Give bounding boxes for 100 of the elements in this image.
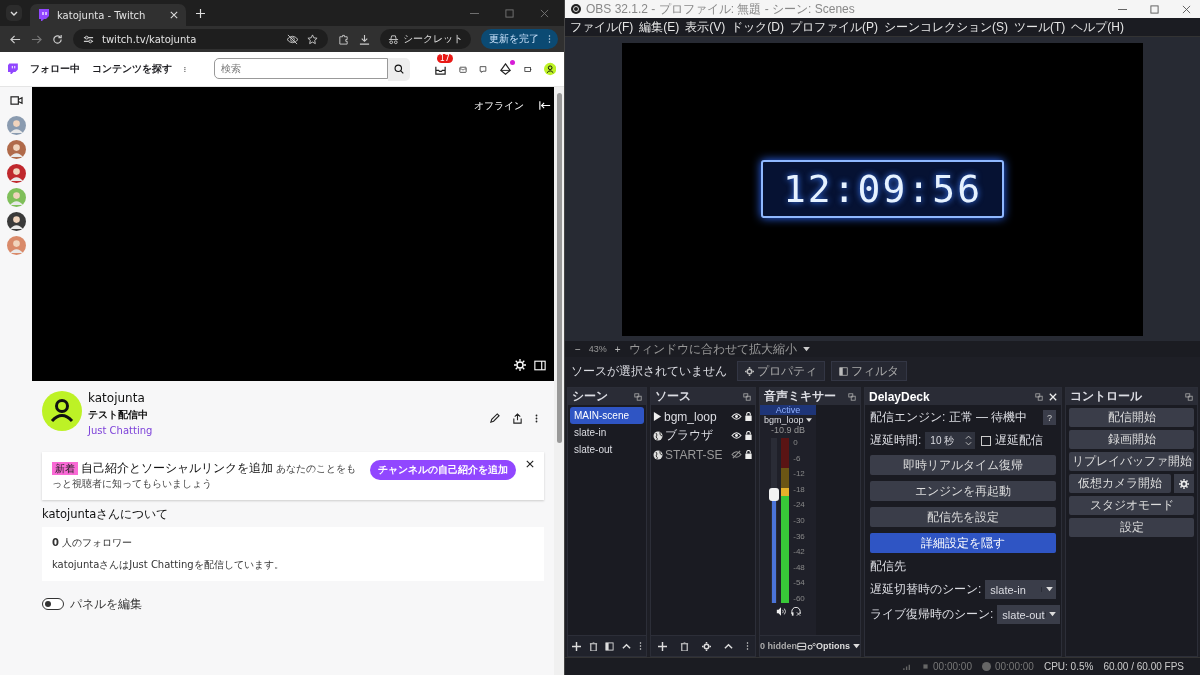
trash-icon[interactable] [679,641,689,651]
add-icon[interactable] [571,641,581,651]
source-name[interactable]: START-SE [665,447,723,462]
caret-icon[interactable] [802,346,810,352]
channel-avatar[interactable] [6,212,26,231]
menu-item[interactable]: プロファイル(P) [790,18,878,36]
eye-off-icon[interactable] [286,33,299,45]
speaker-icon[interactable] [775,607,786,616]
share-icon[interactable] [512,413,523,424]
undock-icon[interactable] [1035,392,1043,401]
more-icon[interactable] [745,641,749,651]
pencil-icon[interactable] [489,413,500,424]
control-button[interactable]: 録画開始 [1069,430,1194,449]
forward-icon[interactable] [31,33,42,45]
channel-name[interactable]: bgm_loop [764,415,812,425]
category-link[interactable]: Just Chatting [88,425,153,436]
close-icon[interactable] [526,460,534,468]
options-button[interactable]: Options [816,641,860,651]
reload-icon[interactable] [52,33,63,45]
incognito-indicator[interactable]: シークレット [380,29,471,49]
control-button[interactable]: リプレイバッファ開始 [1069,452,1194,471]
filters-button[interactable]: フィルタ [831,361,907,381]
scrollbar[interactable] [556,93,562,443]
help-button[interactable]: ? [1043,410,1056,425]
spin-arrows-icon[interactable] [965,435,973,446]
menu-item[interactable]: ヘルプ(H) [1071,18,1124,36]
menu-item[interactable]: 編集(E) [639,18,680,36]
more-icon[interactable] [639,641,643,651]
update-button[interactable]: 更新を完了 [481,29,543,49]
undock-icon[interactable] [634,392,642,401]
settings-button[interactable] [1174,474,1194,493]
search-field[interactable]: 検索 [213,57,388,79]
checkbox[interactable] [981,435,992,446]
undock-icon[interactable] [848,392,856,401]
panel-button[interactable]: エンジンを再起動 [870,481,1056,501]
star-icon[interactable] [307,33,318,45]
channel-name[interactable]: katojunta [88,391,153,405]
menu-item[interactable]: ドック(D) [731,18,784,36]
theater-mode-icon[interactable] [534,360,546,371]
control-button[interactable]: スタジオモード [1069,496,1194,515]
maximize-icon[interactable] [1150,4,1159,14]
back-icon[interactable] [10,33,21,45]
properties-button[interactable]: プロパティ [737,361,825,381]
lock-icon[interactable] [744,412,753,421]
collapse-icon[interactable] [539,100,551,111]
panel-button[interactable]: 詳細設定を隠す [870,533,1056,553]
fit-dropdown[interactable]: ウィンドウに合わせて拡大縮小 [628,340,797,358]
move-up-icon[interactable] [622,641,632,651]
volume-slider[interactable] [771,438,778,603]
layout-icon[interactable] [797,641,807,651]
browser-tab[interactable]: katojunta - Twitch [30,4,186,26]
more-icon[interactable] [535,413,538,424]
eye-icon[interactable] [731,431,742,440]
control-button[interactable]: 配信開始 [1069,408,1194,427]
preview-canvas[interactable]: 12:09:56 [622,42,1143,336]
undock-icon[interactable] [743,392,751,401]
site-settings-icon[interactable] [83,33,94,45]
source-name[interactable]: ブラウザ [665,427,713,444]
video-camera-icon[interactable] [9,95,23,106]
trash-icon[interactable] [588,641,598,651]
filter-icon[interactable] [605,641,615,651]
zoom-in-button[interactable]: + [612,343,623,355]
lock-icon[interactable] [744,450,753,459]
control-button[interactable]: 仮想カメラ開始 [1069,474,1171,493]
tab-list-icon[interactable] [6,5,22,21]
menu-item[interactable]: シーンコレクション(S) [884,18,1008,36]
menu-item[interactable]: ツール(T) [1014,18,1066,36]
delay-spinbox[interactable]: 10 秒 [925,432,976,449]
diamond-icon[interactable] [498,62,512,76]
panel-button[interactable]: 配信先を設定 [870,507,1056,527]
video-player[interactable]: オフライン [32,87,554,381]
move-up-icon[interactable] [723,641,733,651]
search-button[interactable] [387,57,410,81]
scene-item[interactable]: MAIN-scene [570,407,644,424]
add-icon[interactable] [657,641,667,651]
menu-item[interactable]: ファイル(F) [570,18,634,36]
add-bio-button[interactable]: チャンネルの自己紹介を追加 [370,460,516,480]
zoom-out-button[interactable]: − [573,343,583,355]
toggle-switch[interactable] [42,598,64,611]
panel-button[interactable]: 即時リアルタイム復帰 [870,455,1056,475]
control-button[interactable]: 設定 [1069,518,1194,537]
download-icon[interactable] [359,33,370,45]
scene-item[interactable]: slate-out [570,441,644,458]
scene-select[interactable]: slate-in [985,580,1056,599]
menu-item[interactable]: 表示(V) [685,18,726,36]
nav-link[interactable]: フォロー中 [29,62,80,76]
address-bar[interactable]: twitch.tv/katojunta [73,29,328,49]
settings-icon[interactable] [701,641,711,651]
extensions-icon[interactable] [338,33,349,45]
eye-icon[interactable] [731,412,742,421]
eye-off-icon[interactable] [731,450,742,459]
undock-icon[interactable] [1185,392,1193,401]
channel-avatar[interactable] [42,391,82,431]
source-name[interactable]: bgm_loop [664,409,717,424]
headphones-icon[interactable] [790,607,801,616]
scene-item[interactable]: slate-in [570,424,644,441]
gears-icon[interactable] [806,641,816,651]
new-tab-icon[interactable] [196,8,205,18]
nav-link[interactable]: コンテンツを探す [91,62,172,76]
scene-select[interactable]: slate-out [997,605,1060,624]
